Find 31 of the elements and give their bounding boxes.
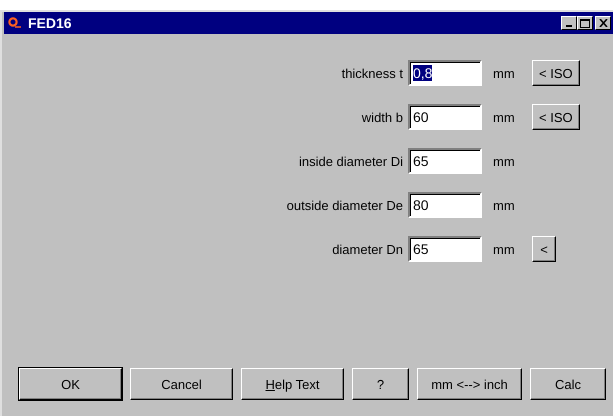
window-title: FED16 — [28, 15, 73, 31]
close-icon — [598, 19, 608, 27]
field-label: diameter Dn — [331, 242, 404, 256]
input-field[interactable]: 65 — [408, 148, 482, 174]
dialog-button[interactable]: Help Text — [241, 368, 344, 400]
dialog-button[interactable]: Calc — [530, 368, 606, 400]
unit-label: mm — [492, 242, 516, 256]
input-field[interactable]: 80 — [408, 192, 482, 218]
input-field[interactable]: 0,8 — [408, 60, 482, 86]
unit-label: mm — [492, 154, 516, 168]
maximize-icon — [580, 18, 590, 28]
close-button[interactable] — [595, 16, 611, 30]
unit-label: mm — [492, 66, 516, 80]
field-label: width b — [360, 110, 404, 124]
maximize-button[interactable] — [577, 16, 593, 30]
field-label: thickness t — [340, 66, 404, 80]
app-icon — [8, 17, 22, 29]
minimize-button[interactable] — [561, 16, 577, 30]
input-field[interactable]: 65 — [408, 236, 482, 262]
field-label: outside diameter De — [286, 198, 404, 212]
unit-label: mm — [492, 110, 516, 124]
dialog-button[interactable]: mm <--> inch — [417, 368, 522, 400]
iso-button[interactable]: < ISO — [532, 60, 580, 86]
input-field[interactable]: 60 — [408, 104, 482, 130]
dialog-button[interactable]: Cancel — [130, 368, 233, 400]
dialog-button[interactable]: ? — [352, 368, 409, 400]
unit-label: mm — [492, 198, 516, 212]
iso-button[interactable]: < ISO — [532, 104, 580, 130]
iso-button[interactable]: < — [532, 236, 556, 262]
dialog-button[interactable]: OK — [19, 368, 122, 400]
field-label: inside diameter Di — [298, 154, 404, 168]
